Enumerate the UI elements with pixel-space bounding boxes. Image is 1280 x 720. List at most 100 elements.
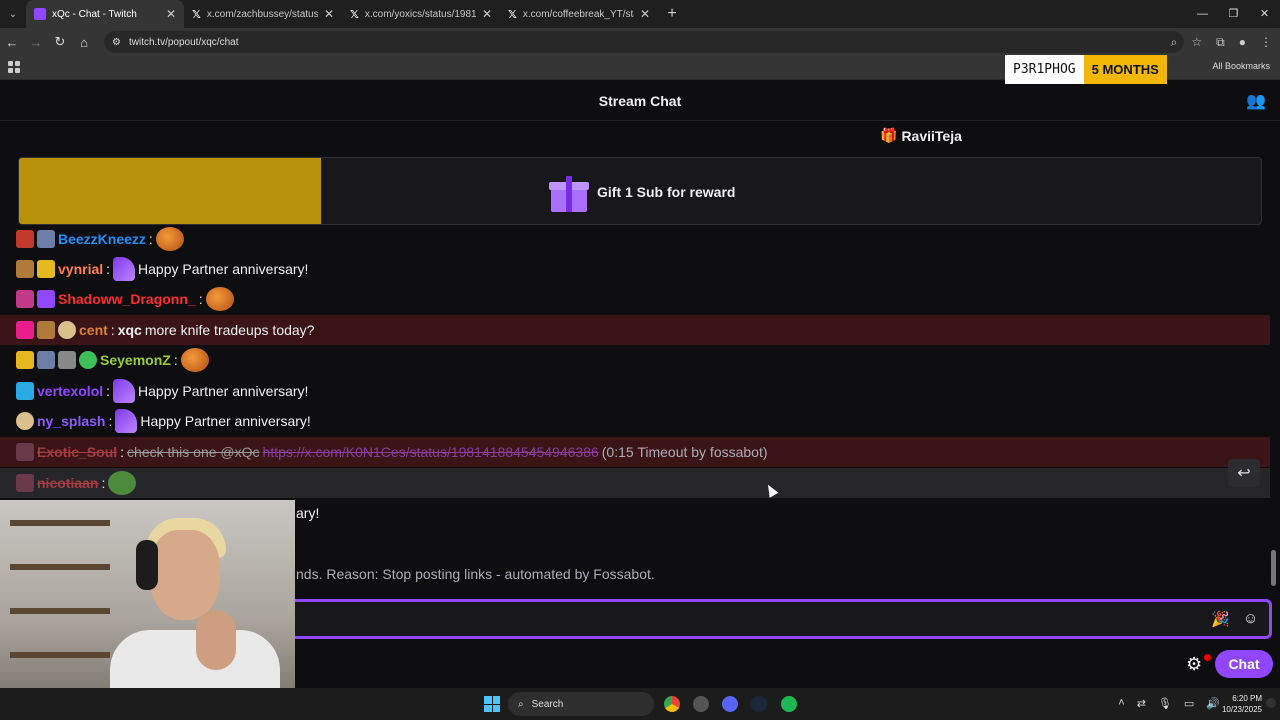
bookmark-star-icon[interactable]: ☆: [1191, 35, 1202, 49]
chat-message: BeezzKneezz:: [0, 224, 1270, 254]
address-bar[interactable]: ⚙ twitch.tv/popout/xqc/chat: [104, 31, 1184, 53]
system-tray: ˄ ⇄ 🎙 ▭ 🔊: [1118, 697, 1220, 710]
profile-avatar[interactable]: ●: [1239, 35, 1246, 49]
sub-months: 5 MONTHS: [1083, 55, 1167, 84]
chat-username[interactable]: ny_splash: [37, 413, 105, 429]
tab-x-zachbussey[interactable]: 𝕏 x.com/zachbussey/status/1981 ✕: [184, 0, 342, 28]
close-window-icon[interactable]: ✕: [1249, 0, 1280, 28]
chat-input[interactable]: [297, 609, 1177, 629]
deleted-link: https://x.com/K0N1Ces/status/19814188454…: [262, 444, 599, 460]
chat-text: Happy Partner anniversary!: [140, 413, 311, 429]
close-icon[interactable]: ✕: [640, 7, 650, 21]
twitch-icon: [34, 8, 46, 20]
url-text: twitch.tv/popout/xqc/chat: [128, 36, 239, 48]
tab-title: x.com/zachbussey/status/1981: [206, 8, 318, 20]
site-info-icon[interactable]: ⚙: [112, 37, 121, 48]
chat-username[interactable]: SeyemonZ: [100, 352, 171, 368]
zoom-icon[interactable]: ⌕: [1171, 35, 1178, 50]
reply-button[interactable]: ↩: [1228, 459, 1260, 487]
chat-title: Stream Chat: [598, 92, 682, 109]
community-users-icon[interactable]: 👥: [1246, 91, 1266, 111]
scrollbar-thumb[interactable]: [1271, 550, 1276, 586]
chat-scrollbar[interactable]: [1271, 160, 1276, 590]
tab-twitch-chat[interactable]: xQc - Chat - Twitch ✕: [26, 0, 184, 28]
gift-leader: 🎁 RaviiTeja: [880, 127, 962, 144]
badge-icon: [16, 474, 34, 492]
badge-icon: [16, 290, 34, 308]
tab-x-yoxics[interactable]: 𝕏 x.com/yoxics/status/19814744 ✕: [342, 0, 500, 28]
celebrate-icon[interactable]: 🎉: [1211, 610, 1230, 628]
gift-username[interactable]: RaviiTeja: [901, 128, 961, 144]
sub-badge-overlay: P3R1PHOG 5 MONTHS: [1005, 55, 1167, 84]
reload-icon[interactable]: ↻: [48, 34, 72, 50]
chat-username[interactable]: BeezzKneezz: [58, 231, 146, 247]
volume-icon[interactable]: 🔊: [1206, 697, 1220, 710]
discord-icon[interactable]: [722, 696, 738, 712]
chat-username[interactable]: cent: [79, 322, 108, 338]
party-hat-emote-icon: [115, 409, 138, 433]
chat-text: Happy Partner anniversary!: [138, 383, 309, 399]
reward-label-group: Gift 1 Sub for reward: [549, 158, 736, 224]
party-hat-emote-icon: [113, 257, 136, 281]
reward-banner[interactable]: Gift 1 Sub for reward: [18, 157, 1262, 225]
all-bookmarks-link[interactable]: All Bookmarks: [1212, 61, 1270, 71]
gift-icon: 🎁: [880, 127, 898, 143]
chat-text-partial: ary!: [296, 505, 320, 521]
tab-title: xQc - Chat - Twitch: [52, 8, 137, 20]
chat-message: SeyemonZ:: [0, 345, 1270, 375]
timeout-note: (0:15 Timeout by fossabot): [601, 444, 768, 460]
taskbar-search[interactable]: ⌕ Search: [508, 692, 654, 716]
forward-icon[interactable]: →: [24, 35, 48, 50]
chat-message-hovered: nicotiaan:: [0, 468, 1270, 498]
app-icon[interactable]: [693, 696, 709, 712]
notification-dot: [1204, 654, 1211, 661]
steam-icon[interactable]: [751, 696, 767, 712]
chat-username[interactable]: Exotic_Soul: [37, 444, 117, 460]
chat-username[interactable]: nicotiaan: [37, 475, 98, 491]
chat-username[interactable]: vynrial: [58, 261, 103, 277]
maximize-icon[interactable]: ❐: [1218, 0, 1249, 28]
badge-icon: [37, 351, 55, 369]
search-icon: ⌕: [518, 698, 524, 710]
toolbar-right: ⌕ ☆ ⧉ ● ⋮: [1171, 28, 1280, 56]
home-icon[interactable]: ⌂: [72, 35, 96, 50]
tab-x-coffeebreak[interactable]: 𝕏 x.com/coffeebreak_YT/status/1 ✕: [500, 0, 658, 28]
windows-start-icon[interactable]: [484, 696, 500, 712]
webcam-overlay: [0, 500, 295, 720]
chevron-up-icon[interactable]: ˄: [1118, 697, 1124, 710]
address-row: ← → ↻ ⌂ ⚙ twitch.tv/popout/xqc/chat ⌕ ☆ …: [0, 28, 1280, 56]
chat-message-deleted: Exotic_Soul: check this one @xQc https:/…: [0, 437, 1270, 467]
chat-username[interactable]: Shadoww_Dragonn_: [58, 291, 196, 307]
chat-input-box[interactable]: 🎉 ☺: [282, 599, 1272, 639]
notifications-icon[interactable]: [1266, 698, 1276, 708]
emote-icon: [155, 227, 184, 251]
display-icon[interactable]: ▭: [1184, 697, 1194, 710]
spotify-icon[interactable]: [781, 696, 797, 712]
new-tab-button[interactable]: +: [658, 5, 686, 23]
chat-mention[interactable]: xqc: [118, 322, 142, 338]
extensions-icon[interactable]: ⧉: [1216, 35, 1225, 50]
close-icon[interactable]: ✕: [482, 7, 492, 21]
menu-icon[interactable]: ⋮: [1260, 35, 1272, 49]
send-chat-button[interactable]: Chat: [1215, 650, 1273, 678]
apps-grid-icon[interactable]: [8, 61, 20, 73]
taskbar-clock[interactable]: 6:20 PM 10/23/2025: [1222, 693, 1262, 715]
tab-search-icon[interactable]: ⌄: [0, 0, 26, 28]
clock-time: 6:20 PM: [1232, 694, 1262, 703]
mic-icon[interactable]: 🎙: [1158, 697, 1172, 710]
close-icon[interactable]: ✕: [324, 7, 334, 21]
gift-box-icon: [549, 172, 589, 212]
chat-username[interactable]: vertexolol: [37, 383, 103, 399]
emote-icon: [205, 287, 234, 311]
chat-settings-icon[interactable]: ⚙: [1186, 654, 1202, 675]
x-icon: 𝕏: [192, 8, 201, 21]
chrome-icon[interactable]: [664, 696, 680, 712]
minimize-icon[interactable]: —: [1187, 0, 1218, 28]
browser-tab-strip: ⌄ xQc - Chat - Twitch ✕ 𝕏 x.com/zachbuss…: [0, 0, 1280, 28]
network-icon[interactable]: ⇄: [1137, 697, 1146, 710]
emote-picker-icon[interactable]: ☺: [1243, 610, 1258, 627]
badge-icon: [79, 351, 97, 369]
close-icon[interactable]: ✕: [166, 7, 176, 21]
back-icon[interactable]: ←: [0, 35, 24, 50]
reward-label: Gift 1 Sub for reward: [597, 184, 736, 200]
